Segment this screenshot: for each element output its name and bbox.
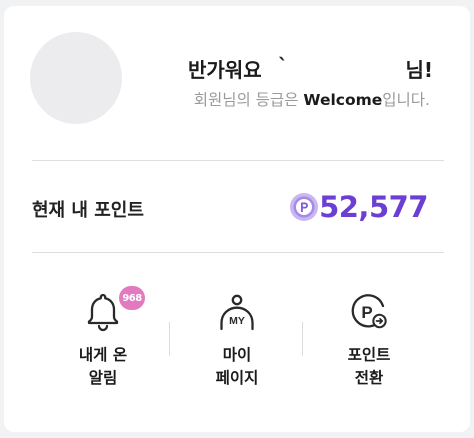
points-value[interactable]: 52,577 (319, 190, 428, 224)
grade-prefix: 회원님의 등급은 (193, 91, 304, 109)
p-icon-text: P (361, 303, 372, 322)
my-page-button[interactable]: MY 마이 페이지 (172, 292, 302, 402)
notifications-button[interactable]: 968 내게 온 알림 (38, 286, 168, 402)
notifications-label: 내게 온 알림 (78, 346, 128, 387)
user-name: ` (278, 54, 288, 78)
greeting-suffix: 님! (405, 58, 433, 82)
point-exchange-button[interactable]: P 포인트 전환 (304, 292, 434, 402)
greeting-prefix: 반가워요 (188, 58, 262, 82)
point-coin-icon (290, 193, 318, 221)
greeting: 반가워요 ` 님! (188, 54, 433, 84)
divider (32, 252, 444, 253)
menu-separator (169, 322, 170, 356)
member-grade: 회원님의 등급은 Welcome입니다. (194, 88, 430, 110)
grade-name: Welcome (303, 91, 383, 109)
grade-suffix: 입니다. (382, 91, 430, 109)
point-exchange-label: 포인트 전환 (347, 346, 391, 387)
points-label: 현재 내 포인트 (32, 200, 144, 221)
my-icon-text: MY (229, 315, 245, 327)
divider (32, 160, 444, 161)
bell-icon (87, 293, 119, 332)
my-page-label: 마이 페이지 (215, 346, 259, 387)
menu-separator (302, 322, 303, 356)
profile-card: 반가워요 ` 님! 회원님의 등급은 Welcome입니다. 현재 내 포인트 … (4, 6, 470, 432)
my-person-icon: MY (220, 294, 254, 331)
avatar (30, 32, 122, 124)
point-exchange-icon: P (351, 294, 387, 329)
notification-count-badge: 968 (119, 286, 145, 310)
